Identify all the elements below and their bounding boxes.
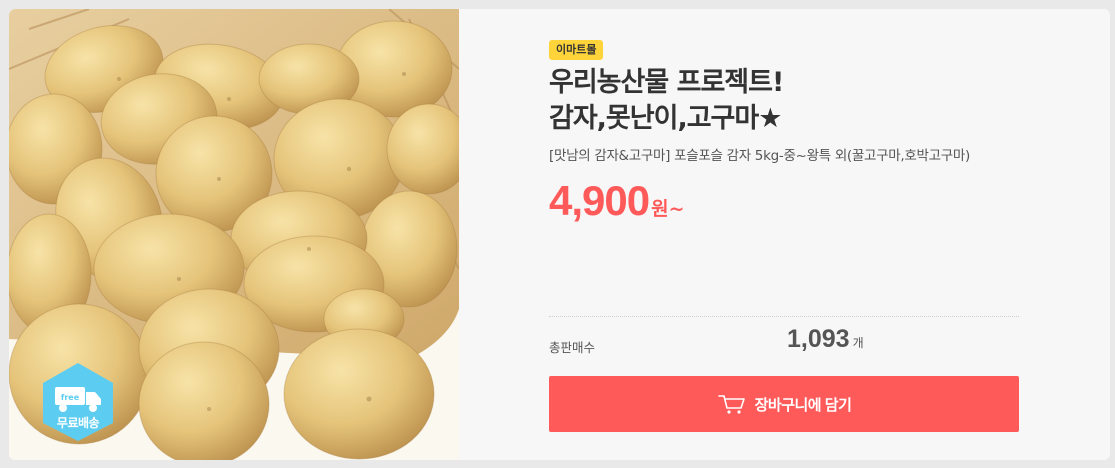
product-info: 이마트몰 우리농산물 프로젝트! 감자,못난이,고구마★ [맛남의 감자&고구마…	[549, 38, 1019, 225]
product-image[interactable]: free 무료배송	[9, 9, 459, 460]
add-to-cart-label: 장바구니에 담기	[754, 396, 852, 414]
divider	[549, 316, 1019, 317]
price-value: 4,900	[549, 177, 650, 224]
sales-count: 1,093 개	[787, 325, 864, 354]
add-to-cart-button[interactable]: 장바구니에 담기	[549, 376, 1019, 432]
product-card[interactable]: free 무료배송 이마트몰 우리농산물 프로젝트! 감자,못난이,고구마★ […	[9, 9, 1110, 460]
product-title-line-2[interactable]: 감자,못난이,고구마★	[549, 101, 1019, 137]
cart-icon	[717, 393, 747, 415]
price: 4,900 원~	[549, 177, 1019, 225]
free-icon-text: free	[61, 393, 80, 402]
free-shipping-badge: free 무료배송	[39, 361, 117, 443]
price-unit: 원~	[651, 198, 685, 220]
free-shipping-label: 무료배송	[56, 416, 100, 430]
sales-label: 총판매수	[549, 340, 596, 355]
product-title-line-1[interactable]: 우리농산물 프로젝트!	[549, 65, 1019, 101]
brand-badge: 이마트몰	[549, 40, 604, 60]
sales-unit: 개	[852, 336, 864, 350]
product-subtitle: [맛남의 감자&고구마] 포슬포슬 감자 5kg-중~왕특 외(꿀고구마,호박고…	[549, 148, 970, 164]
sales-value: 1,093	[787, 325, 850, 353]
